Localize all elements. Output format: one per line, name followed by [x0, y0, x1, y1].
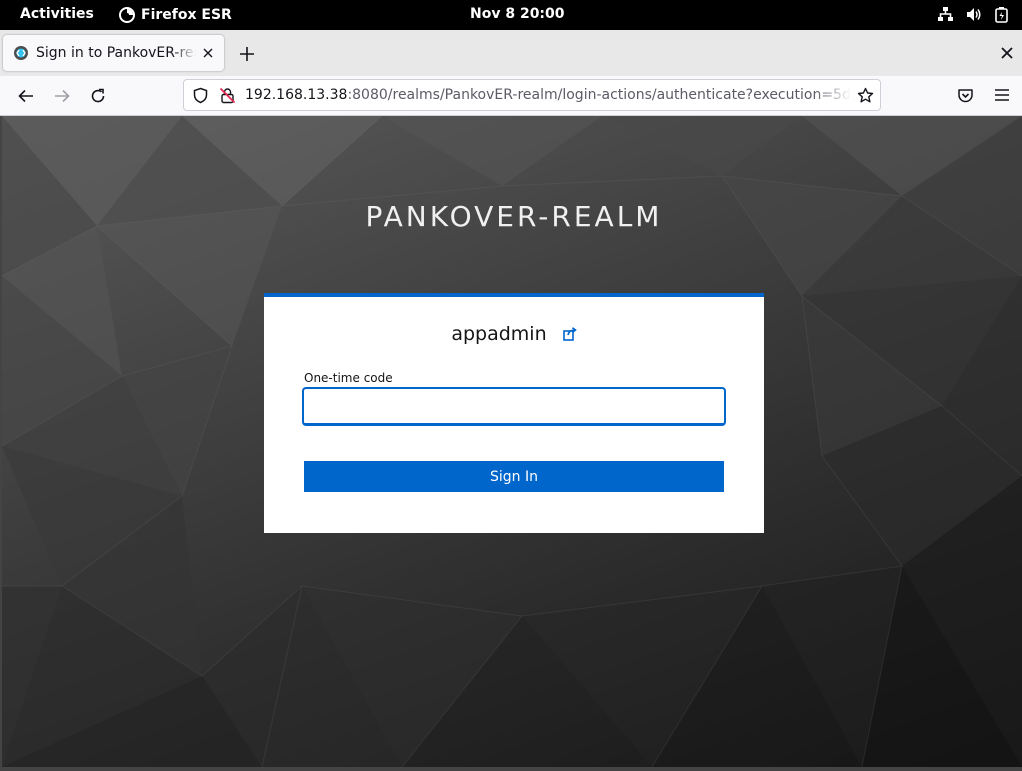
- window-bottom-border: [0, 767, 1022, 771]
- hamburger-menu-icon[interactable]: [994, 87, 1010, 103]
- system-top-bar: Activities Firefox ESR Nov 8 20:00: [0, 0, 1022, 30]
- activities-button[interactable]: Activities: [20, 6, 94, 22]
- tab-title: Sign in to PankovER-realm: [36, 45, 196, 61]
- volume-icon: [967, 8, 981, 21]
- app-menu[interactable]: Firefox ESR: [118, 6, 232, 24]
- tracking-shield-icon[interactable]: [192, 87, 209, 104]
- navigation-toolbar: 192.168.13.38:8080/realms/PankovER-realm…: [0, 76, 1022, 116]
- window-close-icon[interactable]: [1000, 46, 1014, 60]
- bookmark-star-icon[interactable]: [857, 87, 874, 104]
- keycloak-favicon-icon: [14, 46, 28, 60]
- restart-login-icon[interactable]: [562, 327, 577, 341]
- insecure-lock-icon[interactable]: [219, 87, 236, 104]
- app-name: Firefox ESR: [141, 7, 232, 23]
- realm-title: PANKOVER-REALM: [365, 200, 663, 233]
- username-text: appadmin: [451, 323, 547, 345]
- clock[interactable]: Nov 8 20:00: [470, 6, 565, 22]
- reload-icon[interactable]: [89, 87, 107, 105]
- firefox-icon: [119, 7, 135, 23]
- login-page: PANKOVER-REALM appadmin One-time code Si…: [2, 116, 1022, 767]
- attempted-username: appadmin: [264, 323, 764, 345]
- tab-active[interactable]: Sign in to PankovER-realm: [3, 35, 224, 71]
- url-text[interactable]: 192.168.13.38:8080/realms/PankovER-realm…: [245, 87, 851, 103]
- url-host: 192.168.13.38: [245, 87, 348, 103]
- otp-input[interactable]: [302, 387, 726, 426]
- new-tab-plus-icon[interactable]: [238, 45, 256, 63]
- battery-icon: [995, 7, 1008, 23]
- forward-arrow-icon[interactable]: [53, 87, 71, 105]
- back-arrow-icon[interactable]: [17, 87, 35, 105]
- sign-in-button[interactable]: Sign In: [304, 461, 724, 492]
- pocket-icon[interactable]: [957, 87, 974, 104]
- url-bar[interactable]: 192.168.13.38:8080/realms/PankovER-realm…: [183, 79, 881, 111]
- tab-bar: Sign in to PankovER-realm: [0, 30, 1022, 76]
- url-path: :8080/realms/PankovER-realm/login-action…: [347, 87, 851, 103]
- network-icon: [938, 7, 953, 21]
- system-tray[interactable]: [937, 6, 1010, 23]
- otp-label: One-time code: [304, 371, 393, 385]
- login-card: appadmin One-time code Sign In: [264, 293, 764, 533]
- close-icon[interactable]: [200, 45, 216, 61]
